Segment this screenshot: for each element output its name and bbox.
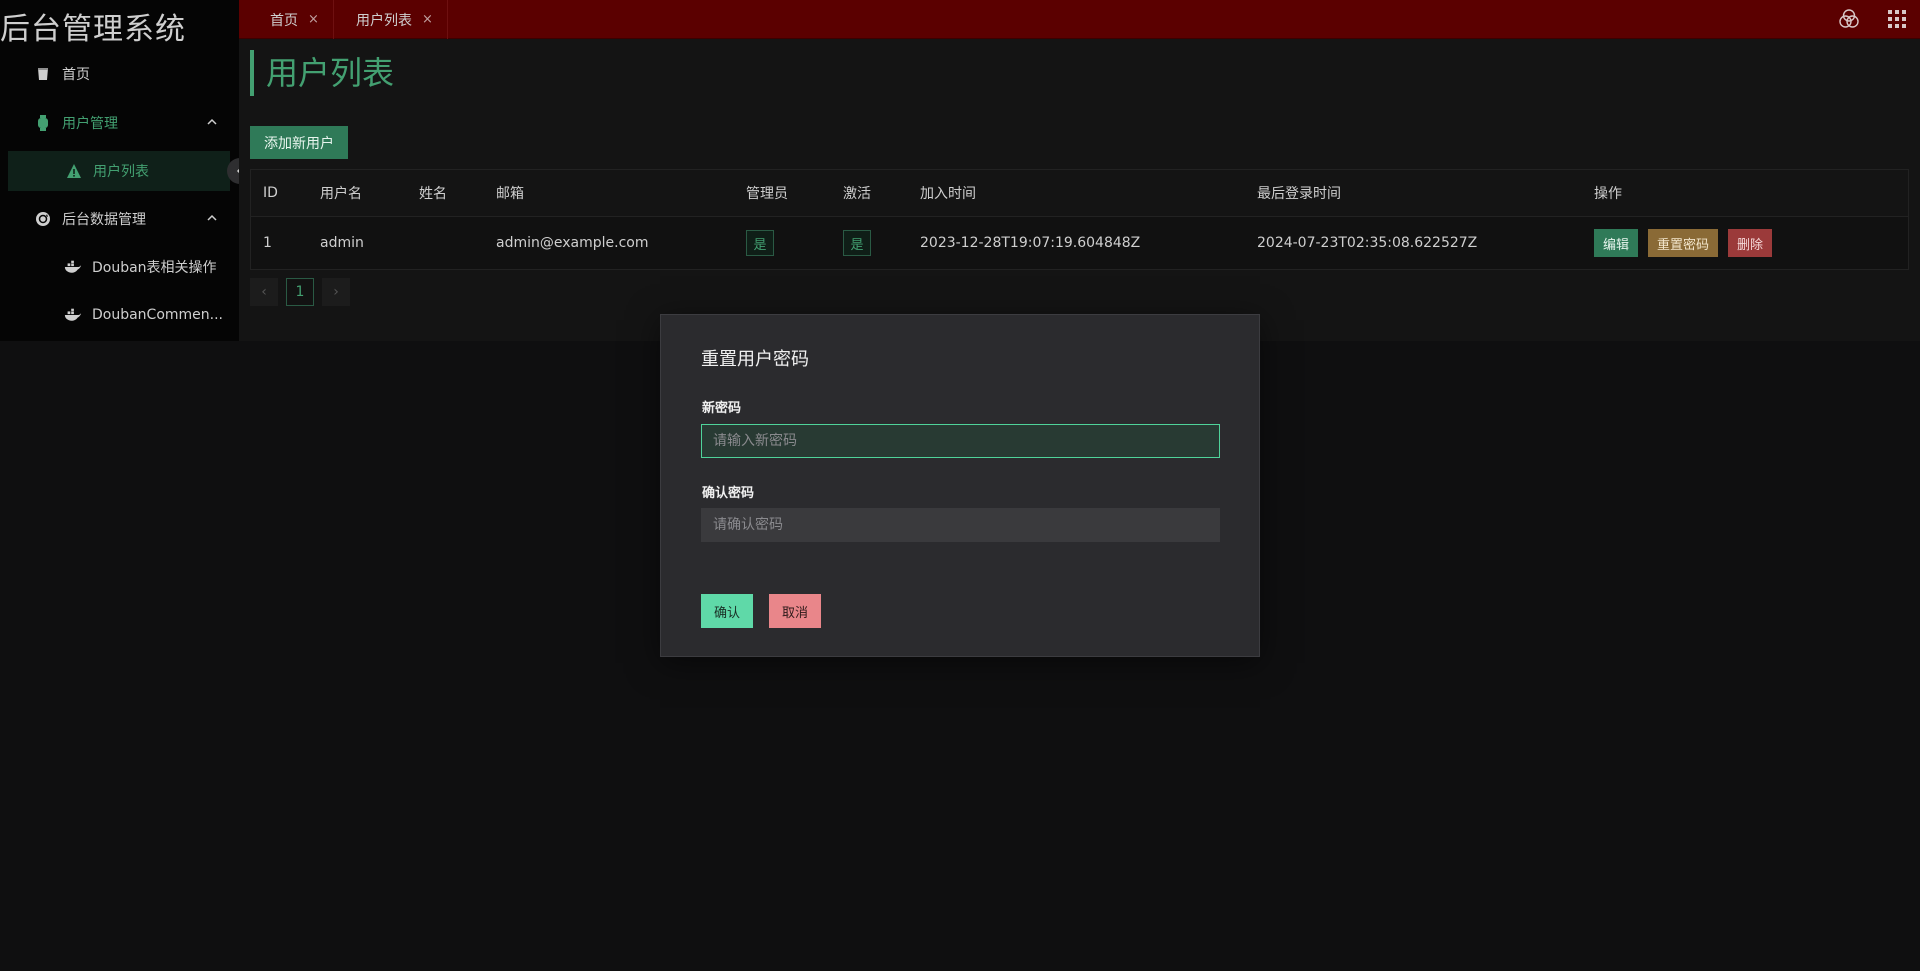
chevron-up-icon <box>205 115 219 129</box>
page-title: 用户列表 <box>250 50 394 96</box>
tab-label: 首页 <box>270 12 298 29</box>
cancel-button[interactable]: 取消 <box>769 594 822 628</box>
chevron-up-icon <box>205 211 219 225</box>
cell-joined: 2023-12-28T19:07:19.604848Z <box>920 235 1141 251</box>
cell-email: admin@example.com <box>496 235 649 251</box>
column-header: 管理员 <box>746 186 788 202</box>
reset-password-dialog: 重置用户密码 新密码 确认密码 确认 取消 <box>660 314 1260 657</box>
delete-button[interactable]: 删除 <box>1728 229 1773 257</box>
sidebar-item-douban-table[interactable]: Douban表相关操作 <box>0 247 239 287</box>
apps-grid-icon[interactable] <box>1884 6 1910 32</box>
sidebar-item-label: DoubanCommen... <box>92 307 224 323</box>
cell-admin: 是 <box>746 217 774 269</box>
watch-icon <box>34 114 52 132</box>
sidebar-item-home[interactable]: 首页 <box>0 54 239 94</box>
column-header: 操作 <box>1594 186 1622 202</box>
admin-badge: 是 <box>746 230 774 256</box>
edit-button[interactable]: 编辑 <box>1594 229 1639 257</box>
confirm-button[interactable]: 确认 <box>701 594 754 628</box>
user-table: ID 用户名 姓名 邮箱 管理员 激活 加入时间 最后登录时间 操作 1 adm… <box>250 169 1909 270</box>
cup-icon <box>34 65 52 83</box>
column-header: 激活 <box>843 186 871 202</box>
docker-icon <box>64 258 82 276</box>
prev-page-button[interactable]: ‹ <box>250 278 278 306</box>
add-user-button[interactable]: 添加新用户 <box>250 126 348 159</box>
sidebar-item-douban-comment[interactable]: DoubanCommen... <box>0 295 239 335</box>
cell-active: 是 <box>843 217 871 269</box>
tab-label: 用户列表 <box>356 12 412 29</box>
column-header: 加入时间 <box>920 186 976 202</box>
brand-title: 后台管理系统 <box>0 12 186 47</box>
cell-actions: 编辑 重置密码 删除 <box>1594 217 1782 269</box>
top-bar: 首页 × 用户列表 × <box>239 0 1920 39</box>
next-page-button[interactable]: › <box>322 278 350 306</box>
confirm-password-label: 确认密码 <box>702 486 755 501</box>
cell-id: 1 <box>263 235 272 251</box>
pagination: ‹ 1 › <box>250 278 350 306</box>
new-password-label: 新密码 <box>702 401 742 416</box>
warning-icon <box>65 162 83 180</box>
tab-home[interactable]: 首页 × <box>250 0 334 39</box>
column-header: ID <box>263 185 278 201</box>
sidebar-item-label: Douban表相关操作 <box>92 260 217 276</box>
column-header: 用户名 <box>320 186 362 202</box>
refresh-icon <box>34 210 52 228</box>
theme-icon[interactable] <box>1836 6 1862 32</box>
reset-password-button[interactable]: 重置密码 <box>1648 229 1719 257</box>
new-password-input[interactable] <box>701 424 1220 458</box>
sidebar-item-label: 后台数据管理 <box>62 212 146 228</box>
close-icon[interactable]: × <box>422 12 433 27</box>
docker-icon <box>64 306 82 324</box>
sidebar-item-label: 首页 <box>62 67 90 83</box>
table-row: 1 admin admin@example.com 是 是 2023-12-28… <box>251 217 1908 269</box>
column-header: 邮箱 <box>496 186 524 202</box>
sidebar-item-data-management[interactable]: 后台数据管理 <box>0 199 239 239</box>
column-header: 姓名 <box>419 186 447 202</box>
tab-user-list[interactable]: 用户列表 × <box>336 0 448 39</box>
dialog-title: 重置用户密码 <box>701 349 809 370</box>
cell-last-login: 2024-07-23T02:35:08.622527Z <box>1257 235 1478 251</box>
column-header: 最后登录时间 <box>1257 186 1341 202</box>
sidebar: 后台管理系统 首页 用户管理 用户列表 后台数据管理 Douban表相关操作 D… <box>0 0 239 341</box>
main-content: 用户列表 添加新用户 ID 用户名 姓名 邮箱 管理员 激活 加入时间 最后登录… <box>239 39 1920 341</box>
confirm-password-input[interactable] <box>701 508 1220 542</box>
sidebar-item-label: 用户列表 <box>93 164 149 180</box>
page-number-button[interactable]: 1 <box>286 278 314 306</box>
sidebar-item-user-management[interactable]: 用户管理 <box>0 103 239 143</box>
close-icon[interactable]: × <box>308 12 319 27</box>
cell-username: admin <box>320 235 364 251</box>
sidebar-item-label: 用户管理 <box>62 116 118 132</box>
table-header: ID 用户名 姓名 邮箱 管理员 激活 加入时间 最后登录时间 操作 <box>251 170 1908 217</box>
active-badge: 是 <box>843 230 871 256</box>
sidebar-item-user-list[interactable]: 用户列表 <box>8 151 230 191</box>
